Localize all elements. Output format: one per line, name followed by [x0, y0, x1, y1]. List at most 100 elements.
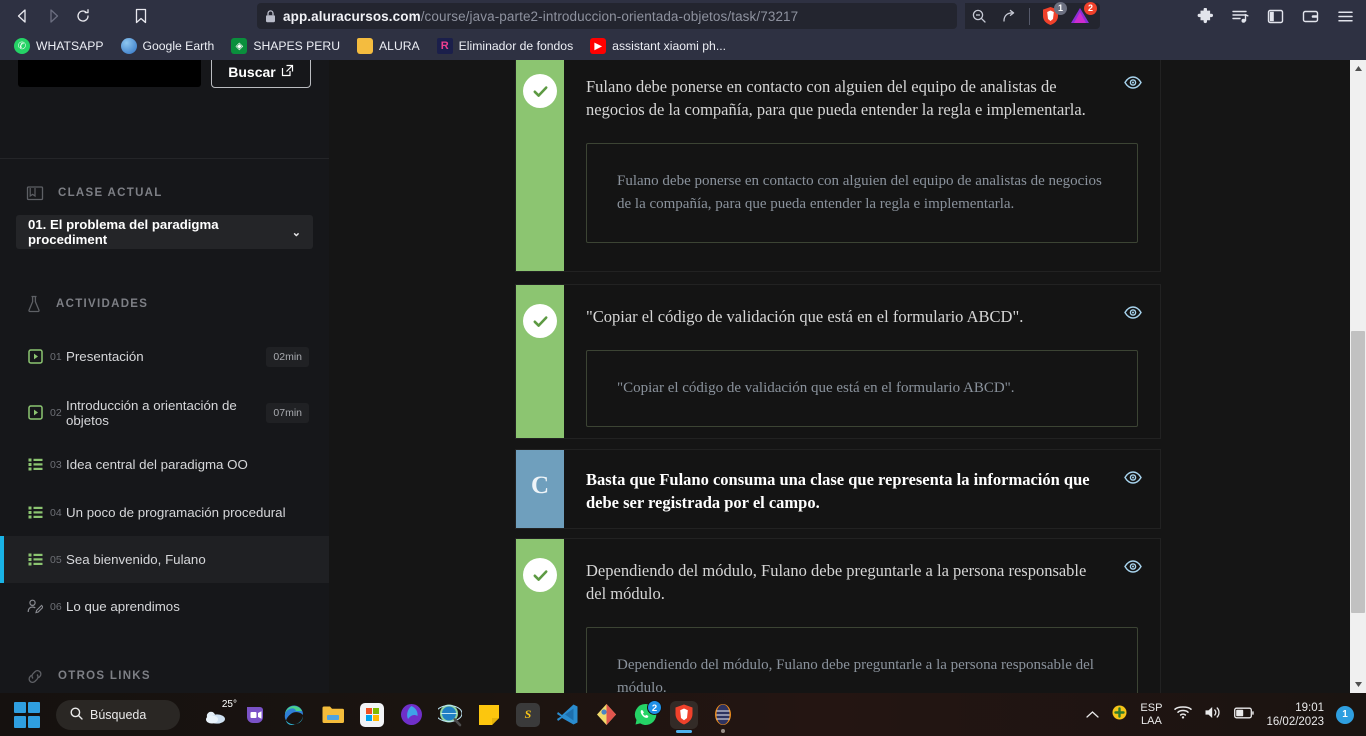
wallet-icon[interactable] — [1295, 1, 1325, 31]
current-class-dropdown[interactable]: 01. El problema del paradigma procedimen… — [16, 215, 313, 249]
card-body: "Copiar el código de validación que está… — [564, 285, 1160, 438]
bookmark-label: Eliminador de fondos — [458, 39, 574, 53]
running-app-indicator — [721, 728, 725, 733]
reload-icon[interactable] — [68, 1, 98, 31]
zoom-out-icon[interactable] — [965, 3, 993, 29]
search-button[interactable]: Buscar — [211, 60, 311, 88]
address-bar[interactable]: app.aluracursos.com/course/java-parte2-i… — [257, 3, 957, 29]
scroll-down-arrow-icon[interactable] — [1350, 676, 1366, 693]
bookmark-shapes-peru[interactable]: ◈ SHAPES PERU — [231, 38, 340, 54]
bookmark-alura[interactable]: ALURA — [357, 38, 420, 54]
card-body: Basta que Fulano consuma una clase que r… — [564, 450, 1160, 528]
browser-toolbar: app.aluracursos.com/course/java-parte2-i… — [0, 0, 1366, 32]
task-content: Fulano debe ponerse en contacto con algu… — [329, 60, 1351, 693]
extension-icon[interactable]: 2 — [1066, 2, 1097, 29]
question-text: "Copiar el código de validación que está… — [586, 307, 1024, 326]
task-card: C Basta que Fulano consuma una clase que… — [515, 449, 1161, 529]
share-icon[interactable] — [995, 3, 1023, 29]
edge-icon[interactable] — [280, 701, 308, 729]
link-icon — [26, 668, 44, 685]
eye-icon[interactable] — [1122, 303, 1144, 321]
teams-icon[interactable] — [241, 701, 269, 729]
bookmark-label: WHATSAPP — [36, 39, 104, 53]
side-panel-icon[interactable] — [1260, 1, 1290, 31]
keyboard-language[interactable]: ESP LAA — [1140, 702, 1162, 728]
section-heading-label: OTROS LINKS — [58, 670, 151, 682]
course-sidebar: Buscar CLASE ACTUAL 01. El problema del … — [0, 60, 329, 693]
clase-actual-heading: CLASE ACTUAL — [0, 184, 163, 202]
sticky-note-icon[interactable] — [475, 701, 503, 729]
brave-shield-badge: 1 — [1054, 2, 1067, 15]
sidebar-search-row: Buscar — [18, 60, 312, 90]
sidebar-divider — [0, 158, 329, 159]
search-button-label: Buscar — [228, 64, 276, 80]
forward-arrow-icon[interactable] — [38, 1, 68, 31]
brave-shields-icon[interactable]: 1 — [1036, 2, 1067, 29]
weather-temperature: 25° — [221, 698, 237, 710]
browser-right-actions — [1190, 0, 1360, 32]
whatsapp-icon[interactable]: 2 — [631, 699, 662, 729]
bookmark-whatsapp[interactable]: ✆ WHATSAPP — [14, 38, 104, 54]
lang-line-2: LAA — [1141, 714, 1162, 727]
weather-cloud-icon[interactable]: 25° — [202, 699, 237, 729]
page-scrollbar[interactable] — [1350, 60, 1366, 693]
eye-icon[interactable] — [1122, 73, 1144, 91]
taskbar-search[interactable]: Búsqueda — [56, 699, 180, 730]
notification-badge[interactable]: 1 — [1336, 705, 1354, 724]
sidebar-item-label: Presentación — [66, 349, 144, 364]
search-input[interactable] — [18, 60, 201, 87]
page-viewport: Buscar CLASE ACTUAL 01. El problema del … — [0, 60, 1366, 693]
sidebar-item-programacion-procedural[interactable]: 04 Un poco de programación procedural — [0, 489, 329, 536]
sidebar-item-lo-que-aprendimos[interactable]: 06 Lo que aprendimos — [0, 583, 329, 630]
card-body: Fulano debe ponerse en contacto con algu… — [564, 60, 1160, 271]
activity-number: 05 — [50, 553, 62, 566]
sidebar-item-sea-bienvenido-fulano[interactable]: 05 Sea bienvenido, Fulano — [0, 536, 329, 583]
folder-icon[interactable] — [319, 701, 347, 729]
store-icon[interactable] — [358, 701, 386, 729]
otros-links-heading: OTROS LINKS — [0, 667, 151, 685]
volume-icon[interactable] — [1204, 705, 1222, 725]
bookmark-assistant-xiaomi[interactable]: ▶ assistant xiaomi ph... — [590, 38, 726, 54]
section-heading-label: CLASE ACTUAL — [58, 187, 163, 199]
taskbar-clock[interactable]: 19:01 16/02/2023 — [1266, 701, 1324, 729]
brave-icon[interactable] — [670, 700, 698, 733]
chevron-up-icon[interactable] — [1086, 706, 1100, 724]
sidebar-item-introduccion-oo[interactable]: 02 Introducción a orientación de objetos… — [0, 389, 329, 436]
eye-icon[interactable] — [1122, 557, 1144, 575]
battery-icon[interactable] — [1234, 706, 1255, 724]
whatsapp-badge: 2 — [647, 699, 662, 715]
playlist-icon[interactable] — [1225, 1, 1255, 31]
eye-icon[interactable] — [1122, 468, 1144, 486]
back-arrow-icon[interactable] — [8, 1, 38, 31]
vscode-icon[interactable] — [553, 701, 581, 729]
security-shield-icon[interactable] — [1111, 704, 1128, 726]
sidebar-item-idea-central[interactable]: 03 Idea central del paradigma OO — [0, 441, 329, 488]
scrollbar-thumb[interactable] — [1351, 331, 1365, 613]
gimp-icon[interactable] — [592, 701, 620, 729]
person-edit-icon — [26, 599, 44, 614]
puzzle-piece-icon[interactable] — [1190, 1, 1220, 31]
answer-box: "Copiar el código de validación que está… — [586, 350, 1138, 427]
system-tray: ESP LAA 19:01 16/02/2023 1 — [1086, 701, 1366, 729]
wifi-icon[interactable] — [1174, 705, 1193, 724]
bookmark-icon[interactable] — [126, 1, 156, 31]
option-letter: C — [530, 472, 550, 499]
clock-date: 16/02/2023 — [1266, 715, 1324, 728]
sidebar-item-presentacion[interactable]: 01 Presentación 02min — [0, 333, 329, 380]
actividades-heading: ACTIVIDADES — [0, 295, 148, 313]
active-indicator-bar — [0, 536, 4, 583]
windows-start-icon[interactable] — [14, 701, 40, 728]
magnifier-globe-icon[interactable] — [436, 701, 464, 729]
bookmark-eliminador-fondos[interactable]: R Eliminador de fondos — [436, 38, 574, 54]
office-icon[interactable] — [397, 701, 425, 729]
url-host: app.aluracursos.com — [283, 8, 421, 24]
clock-time: 19:01 — [1295, 701, 1324, 714]
scroll-up-arrow-icon[interactable] — [1350, 60, 1366, 77]
activity-duration: 02min — [266, 346, 309, 367]
sublime-icon[interactable]: S — [514, 701, 542, 729]
taskbar-left: Búsqueda 25° S 2 — [0, 699, 737, 733]
hamburger-menu-icon[interactable] — [1330, 1, 1360, 31]
search-icon — [70, 707, 83, 723]
obsidian-icon[interactable] — [709, 701, 737, 733]
bookmark-google-earth[interactable]: Google Earth — [120, 38, 214, 54]
